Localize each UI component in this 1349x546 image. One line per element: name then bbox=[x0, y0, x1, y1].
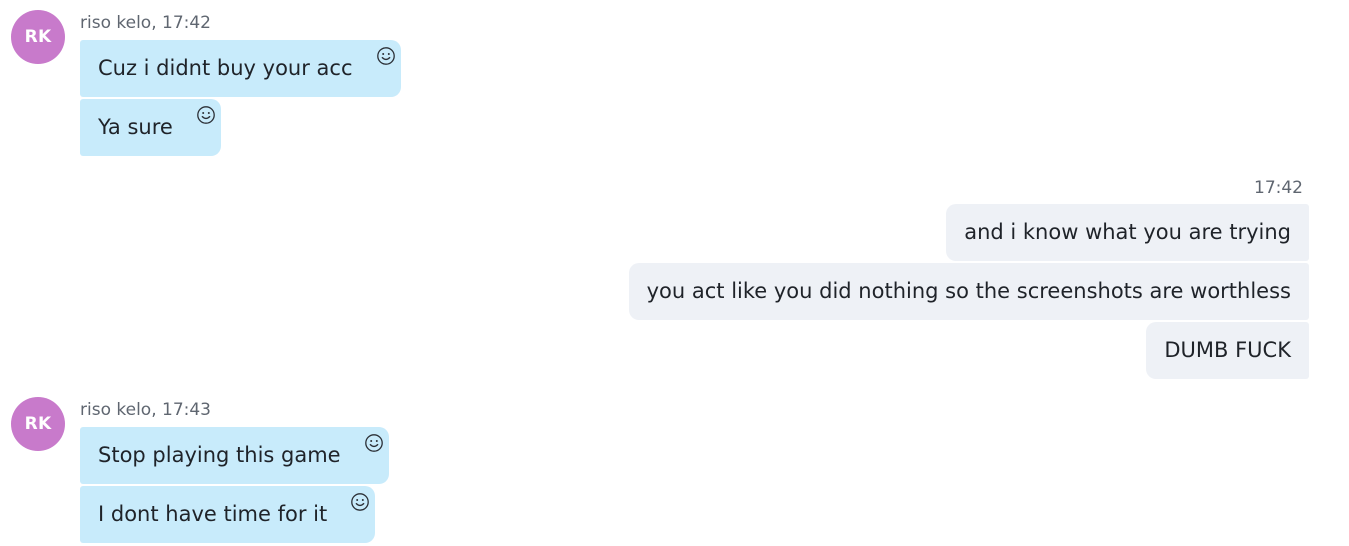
message-text: Ya sure bbox=[98, 115, 173, 139]
outgoing-message-bubble[interactable]: and i know what you are trying bbox=[946, 204, 1309, 261]
smiley-icon[interactable] bbox=[196, 105, 216, 125]
message-text: DUMB FUCK bbox=[1164, 338, 1291, 362]
smiley-icon[interactable] bbox=[364, 433, 384, 453]
incoming-message-bubble[interactable]: I dont have time for it bbox=[80, 486, 376, 543]
incoming-message-bubble[interactable]: Cuz i didnt buy your acc bbox=[80, 40, 401, 97]
smiley-icon[interactable] bbox=[376, 46, 396, 66]
outgoing-message-bubble[interactable]: DUMB FUCK bbox=[1146, 322, 1309, 379]
avatar[interactable]: RK bbox=[11, 10, 65, 64]
message-text: Stop playing this game bbox=[98, 443, 341, 467]
avatar[interactable]: RK bbox=[11, 397, 65, 451]
message-sender-timestamp: riso kelo, 17:43 bbox=[80, 400, 211, 420]
smiley-icon[interactable] bbox=[350, 492, 370, 512]
message-sender-timestamp: riso kelo, 17:42 bbox=[80, 13, 211, 33]
message-text: Cuz i didnt buy your acc bbox=[98, 56, 353, 80]
message-text: you act like you did nothing so the scre… bbox=[646, 279, 1291, 303]
incoming-message-bubble[interactable]: Ya sure bbox=[80, 99, 221, 156]
chat-conversation: RK riso kelo, 17:42 Cuz i didnt buy your… bbox=[0, 0, 1349, 546]
outgoing-message-bubble[interactable]: you act like you did nothing so the scre… bbox=[628, 263, 1309, 320]
incoming-message-bubble[interactable]: Stop playing this game bbox=[80, 427, 389, 484]
message-timestamp: 17:42 bbox=[1254, 178, 1303, 198]
message-text: I dont have time for it bbox=[98, 502, 328, 526]
message-text: and i know what you are trying bbox=[964, 220, 1291, 244]
